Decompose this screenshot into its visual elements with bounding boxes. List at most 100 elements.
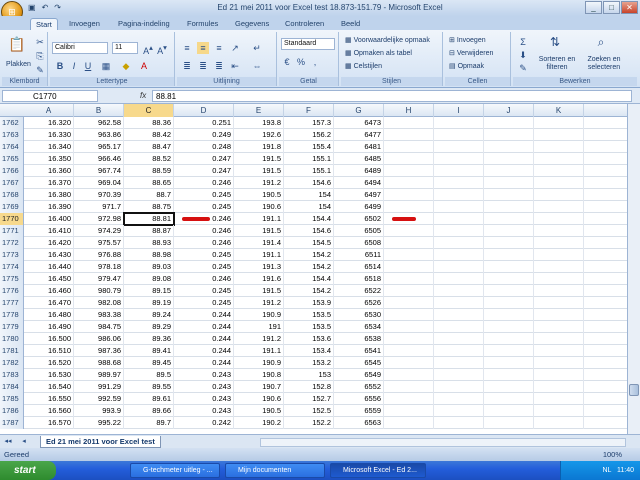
cell-g[interactable]: 6497	[334, 189, 384, 201]
cell-j[interactable]	[484, 261, 534, 273]
cell-g[interactable]: 6526	[334, 297, 384, 309]
cell-j[interactable]	[484, 369, 534, 381]
cell-g[interactable]: 6545	[334, 357, 384, 369]
cell-f[interactable]: 153.4	[284, 345, 334, 357]
cell-h[interactable]	[384, 333, 434, 345]
cell-j[interactable]	[484, 249, 534, 261]
cell-j[interactable]	[484, 393, 534, 405]
cell-k[interactable]	[534, 261, 584, 273]
cell-i[interactable]	[434, 417, 484, 429]
column-header-k[interactable]: K	[534, 104, 584, 117]
cell-f[interactable]: 153.5	[284, 321, 334, 333]
cell-i[interactable]	[434, 309, 484, 321]
column-header-c[interactable]: C	[124, 104, 174, 117]
cell-k[interactable]	[534, 369, 584, 381]
italic-icon[interactable]: I	[68, 60, 80, 72]
cell-g[interactable]: 6559	[334, 405, 384, 417]
cell-h[interactable]	[384, 285, 434, 297]
cell-a[interactable]: 16.550	[24, 393, 74, 405]
sort-filter-button[interactable]: Sorteren en filteren	[537, 56, 577, 72]
redo-icon[interactable]: ↷	[54, 3, 61, 12]
align-right-icon[interactable]: ≣	[213, 60, 225, 72]
row-header[interactable]: 1787	[0, 417, 24, 429]
cell-g[interactable]: 6538	[334, 333, 384, 345]
row-header[interactable]: 1767	[0, 177, 24, 189]
cell-h[interactable]	[384, 417, 434, 429]
cell-b[interactable]: 983.38	[74, 309, 124, 321]
cell-d[interactable]: 0.246	[174, 273, 234, 285]
cell-j[interactable]	[484, 417, 534, 429]
cell-h[interactable]	[384, 177, 434, 189]
cell-c[interactable]: 89.19	[124, 297, 174, 309]
cell-c[interactable]: 88.36	[124, 117, 174, 129]
cell-b[interactable]: 969.04	[74, 177, 124, 189]
cell-d[interactable]: 0.245	[174, 297, 234, 309]
row-header[interactable]: 1781	[0, 345, 24, 357]
cell-a[interactable]: 16.390	[24, 201, 74, 213]
cell-d[interactable]: 0.242	[174, 417, 234, 429]
row-header[interactable]: 1766	[0, 165, 24, 177]
cell-b[interactable]: 967.74	[74, 165, 124, 177]
cell-k[interactable]	[534, 129, 584, 141]
cell-b[interactable]: 970.39	[74, 189, 124, 201]
cell-b[interactable]: 992.59	[74, 393, 124, 405]
row-header[interactable]: 1775	[0, 273, 24, 285]
cell-c[interactable]: 89.03	[124, 261, 174, 273]
cell-e[interactable]: 190.8	[234, 369, 284, 381]
cell-g[interactable]: 6530	[334, 309, 384, 321]
cell-b[interactable]: 975.57	[74, 237, 124, 249]
cell-g[interactable]: 6508	[334, 237, 384, 249]
cell-k[interactable]	[534, 249, 584, 261]
format-as-table-button[interactable]: ▦ Opmaken als tabel	[345, 49, 412, 59]
cell-b[interactable]: 972.98	[74, 213, 124, 225]
cell-d[interactable]: 0.243	[174, 393, 234, 405]
cell-g[interactable]: 6505	[334, 225, 384, 237]
cell-g[interactable]: 6499	[334, 201, 384, 213]
maximize-button[interactable]: □	[603, 1, 620, 14]
row-header[interactable]: 1771	[0, 225, 24, 237]
column-header-g[interactable]: G	[334, 104, 384, 117]
cell-g[interactable]: 6489	[334, 165, 384, 177]
merge-cells-icon[interactable]: ⇔	[251, 60, 263, 72]
cell-b[interactable]: 986.06	[74, 333, 124, 345]
cell-i[interactable]	[434, 261, 484, 273]
comma-icon[interactable]: ,	[309, 56, 321, 68]
cell-d[interactable]: 0.243	[174, 369, 234, 381]
font-size-select[interactable]: 11	[112, 42, 138, 54]
cell-c[interactable]: 89.7	[124, 417, 174, 429]
cell-f[interactable]: 157.3	[284, 117, 334, 129]
cell-f[interactable]: 152.5	[284, 405, 334, 417]
cell-e[interactable]: 190.5	[234, 189, 284, 201]
align-left-icon[interactable]: ≣	[181, 60, 193, 72]
taskbar-item[interactable]: Mijn documenten	[225, 463, 325, 478]
cell-h[interactable]	[384, 297, 434, 309]
row-header[interactable]: 1784	[0, 381, 24, 393]
cell-j[interactable]	[484, 273, 534, 285]
row-header[interactable]: 1773	[0, 249, 24, 261]
cell-k[interactable]	[534, 189, 584, 201]
column-header-d[interactable]: D	[174, 104, 234, 117]
cell-e[interactable]: 191.5	[234, 153, 284, 165]
cell-i[interactable]	[434, 141, 484, 153]
cell-f[interactable]: 154.5	[284, 237, 334, 249]
cell-h[interactable]	[384, 345, 434, 357]
cell-e[interactable]: 193.8	[234, 117, 284, 129]
cell-b[interactable]: 980.79	[74, 285, 124, 297]
language-indicator[interactable]: NL	[602, 467, 611, 474]
font-name-select[interactable]: Calibri	[52, 42, 108, 54]
cell-k[interactable]	[534, 285, 584, 297]
clear-icon[interactable]: ✎	[517, 62, 529, 74]
cell-k[interactable]	[534, 225, 584, 237]
cell-k[interactable]	[534, 165, 584, 177]
cell-a[interactable]: 16.480	[24, 309, 74, 321]
cell-i[interactable]	[434, 129, 484, 141]
cell-h[interactable]	[384, 405, 434, 417]
find-select-button[interactable]: Zoeken en selecteren	[579, 56, 629, 72]
cell-e[interactable]: 191.1	[234, 249, 284, 261]
cell-e[interactable]: 192.6	[234, 129, 284, 141]
cell-d[interactable]: 0.244	[174, 321, 234, 333]
cell-d[interactable]: 0.243	[174, 405, 234, 417]
cell-e[interactable]: 190.5	[234, 405, 284, 417]
cell-d[interactable]: 0.246	[174, 225, 234, 237]
cell-e[interactable]: 191.2	[234, 333, 284, 345]
